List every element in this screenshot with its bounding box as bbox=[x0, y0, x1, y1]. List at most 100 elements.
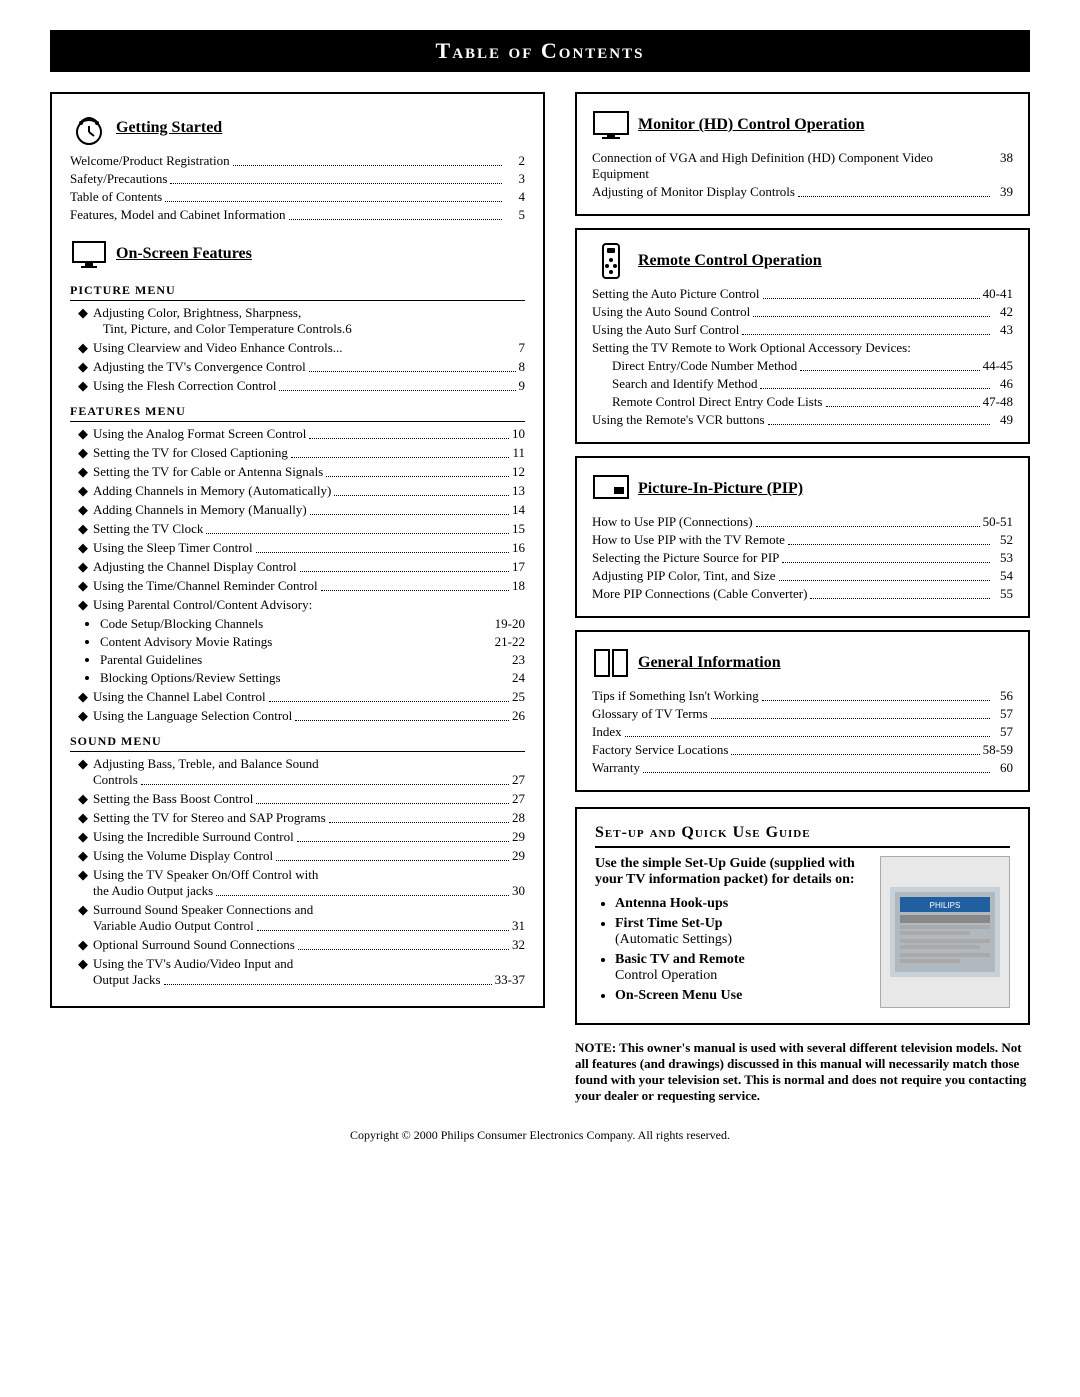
general-info-header: General Information bbox=[592, 644, 1013, 682]
features-menu-item: ◆ Using the Analog Format Screen Control… bbox=[70, 426, 525, 442]
picture-menu-item: ◆ Using the Flesh Correction Control 9 bbox=[70, 378, 525, 394]
sound-menu-item: ◆ Using the Volume Display Control 29 bbox=[70, 848, 525, 864]
toc-entry: Factory Service Locations 58-59 bbox=[592, 742, 1013, 758]
sound-menu-item: ◆ Using the Incredible Surround Control … bbox=[70, 829, 525, 845]
pip-title: Picture-In-Picture (PIP) bbox=[638, 480, 803, 498]
clock-icon bbox=[70, 109, 108, 147]
screen-icon bbox=[70, 235, 108, 273]
remote-section: Remote Control Operation Setting the Aut… bbox=[575, 228, 1030, 444]
features-menu-item: ◆ Using the Channel Label Control 25 bbox=[70, 689, 525, 705]
toc-entry: Glossary of TV Terms 57 bbox=[592, 706, 1013, 722]
sound-menu-item: ◆ Surround Sound Speaker Connections and… bbox=[70, 902, 525, 934]
bullet-item: Parental Guidelines 23 bbox=[100, 652, 525, 668]
picture-menu-item: ◆ Using Clearview and Video Enhance Cont… bbox=[70, 340, 525, 356]
getting-started-entries: Welcome/Product Registration 2 Safety/Pr… bbox=[70, 153, 525, 223]
features-menu-item: ◆ Using the Language Selection Control 2… bbox=[70, 708, 525, 724]
toc-entry: Selecting the Picture Source for PIP 53 bbox=[592, 550, 1013, 566]
sound-menu-title: Sound Menu bbox=[70, 734, 525, 752]
pip-icon bbox=[592, 470, 630, 508]
features-menu-item: ◆ Adjusting the Channel Display Control … bbox=[70, 559, 525, 575]
note-text: NOTE: This owner's manual is used with s… bbox=[575, 1040, 1030, 1104]
setup-bullet-item: Antenna Hook-ups bbox=[615, 896, 870, 912]
toc-entry: Warranty 60 bbox=[592, 760, 1013, 776]
remote-subitems: Direct Entry/Code Number Method 44-45 Se… bbox=[592, 358, 1013, 410]
bullet-item: Code Setup/Blocking Channels 19-20 bbox=[100, 616, 525, 632]
toc-entry: Tips if Something Isn't Working 56 bbox=[592, 688, 1013, 704]
setup-text: Use the simple Set-Up Guide (supplied wi… bbox=[595, 856, 870, 1008]
page-title-bar: Table of Contents bbox=[50, 30, 1030, 72]
features-menu-item: ◆ Setting the TV Clock 15 bbox=[70, 521, 525, 537]
features-menu-item: ◆ Setting the TV for Cable or Antenna Si… bbox=[70, 464, 525, 480]
sound-menu-item: ◆ Setting the Bass Boost Control 27 bbox=[70, 791, 525, 807]
left-column: Getting Started Welcome/Product Registra… bbox=[50, 92, 545, 1008]
setup-guide-image: PHILIPS bbox=[880, 856, 1010, 1008]
setup-title: Set-up and Quick Use Guide bbox=[595, 824, 1010, 848]
toc-entry: Adjusting of Monitor Display Controls 39 bbox=[592, 184, 1013, 200]
toc-entry: Safety/Precautions 3 bbox=[70, 171, 525, 187]
setup-bullet-item: First Time Set-Up(Automatic Settings) bbox=[615, 916, 870, 948]
getting-started-title: Getting Started bbox=[116, 119, 222, 137]
monitor-hd-icon bbox=[592, 106, 630, 144]
toc-entry: Table of Contents 4 bbox=[70, 189, 525, 205]
setup-intro: Use the simple Set-Up Guide (supplied wi… bbox=[595, 856, 870, 888]
features-menu-title: Features Menu bbox=[70, 404, 525, 422]
toc-entry: Search and Identify Method 46 bbox=[612, 376, 1013, 392]
monitor-title: Monitor (HD) Control Operation bbox=[638, 116, 865, 134]
toc-entry: How to Use PIP (Connections) 50-51 bbox=[592, 514, 1013, 530]
setup-bullet-item: Basic TV and RemoteControl Operation bbox=[615, 952, 870, 984]
picture-menu-item: ◆ Adjusting Color, Brightness, Sharpness… bbox=[70, 305, 525, 337]
setup-content: Use the simple Set-Up Guide (supplied wi… bbox=[595, 856, 1010, 1008]
bullet-item: Content Advisory Movie Ratings 21-22 bbox=[100, 634, 525, 650]
getting-started-header: Getting Started bbox=[70, 109, 525, 147]
features-menu-item: ◆ Adding Channels in Memory (Automatical… bbox=[70, 483, 525, 499]
features-menu-item: ◆ Using the Time/Channel Reminder Contro… bbox=[70, 578, 525, 594]
svg-text:PHILIPS: PHILIPS bbox=[930, 901, 961, 910]
on-screen-title: On-Screen Features bbox=[116, 245, 252, 263]
monitor-section: Monitor (HD) Control Operation Connectio… bbox=[575, 92, 1030, 216]
general-info-title: General Information bbox=[638, 654, 781, 672]
pip-header: Picture-In-Picture (PIP) bbox=[592, 470, 1013, 508]
sound-menu-item: ◆ Setting the TV for Stereo and SAP Prog… bbox=[70, 810, 525, 826]
setup-section: Set-up and Quick Use Guide Use the simpl… bbox=[575, 807, 1030, 1025]
on-screen-features-header: On-Screen Features bbox=[70, 235, 525, 273]
picture-menu-item: ◆ Adjusting the TV's Convergence Control… bbox=[70, 359, 525, 375]
toc-entry: Features, Model and Cabinet Information … bbox=[70, 207, 525, 223]
bullet-item: Blocking Options/Review Settings 24 bbox=[100, 670, 525, 686]
sound-menu-item: ◆ Optional Surround Sound Connections 32 bbox=[70, 937, 525, 953]
toc-entry: Setting the Auto Picture Control 40-41 bbox=[592, 286, 1013, 302]
on-screen-features-section: On-Screen Features Picture Menu ◆ Adjust… bbox=[70, 235, 525, 988]
remote-icon bbox=[592, 242, 630, 280]
page-title: Table of Contents bbox=[70, 38, 1010, 64]
note-box: NOTE: This owner's manual is used with s… bbox=[575, 1040, 1030, 1104]
sound-menu-item: ◆ Adjusting Bass, Treble, and Balance So… bbox=[70, 756, 525, 788]
pip-section: Picture-In-Picture (PIP) How to Use PIP … bbox=[575, 456, 1030, 618]
sound-menu-item: ◆ Using the TV's Audio/Video Input and O… bbox=[70, 956, 525, 988]
toc-entry: Using the Remote's VCR buttons 49 bbox=[592, 412, 1013, 428]
setup-bullet-item: On-Screen Menu Use bbox=[615, 988, 870, 1004]
monitor-header: Monitor (HD) Control Operation bbox=[592, 106, 1013, 144]
remote-header: Remote Control Operation bbox=[592, 242, 1013, 280]
copyright-text: Copyright © 2000 Philips Consumer Electr… bbox=[50, 1128, 1030, 1143]
toc-entry: Adjusting PIP Color, Tint, and Size 54 bbox=[592, 568, 1013, 584]
toc-entry: Welcome/Product Registration 2 bbox=[70, 153, 525, 169]
toc-entry: Setting the TV Remote to Work Optional A… bbox=[592, 340, 1013, 356]
right-column: Monitor (HD) Control Operation Connectio… bbox=[575, 92, 1030, 1108]
toc-entry: Connection of VGA and High Definition (H… bbox=[592, 150, 1013, 182]
toc-entry: Index 57 bbox=[592, 724, 1013, 740]
toc-entry: Remote Control Direct Entry Code Lists 4… bbox=[612, 394, 1013, 410]
book-icon bbox=[592, 644, 630, 682]
toc-entry: Using the Auto Surf Control 43 bbox=[592, 322, 1013, 338]
features-menu-item: ◆ Using the Sleep Timer Control 16 bbox=[70, 540, 525, 556]
toc-entry: Using the Auto Sound Control 42 bbox=[592, 304, 1013, 320]
parental-subitems: Code Setup/Blocking Channels 19-20 Conte… bbox=[70, 616, 525, 686]
setup-bullets: Antenna Hook-ups First Time Set-Up(Autom… bbox=[595, 896, 870, 1004]
toc-entry: More PIP Connections (Cable Converter) 5… bbox=[592, 586, 1013, 602]
toc-entry: Direct Entry/Code Number Method 44-45 bbox=[612, 358, 1013, 374]
sound-menu-item: ◆ Using the TV Speaker On/Off Control wi… bbox=[70, 867, 525, 899]
remote-title: Remote Control Operation bbox=[638, 252, 822, 270]
features-menu-item: ◆ Using Parental Control/Content Advisor… bbox=[70, 597, 525, 613]
toc-entry: How to Use PIP with the TV Remote 52 bbox=[592, 532, 1013, 548]
general-info-section: General Information Tips if Something Is… bbox=[575, 630, 1030, 792]
features-menu-item: ◆ Adding Channels in Memory (Manually) 1… bbox=[70, 502, 525, 518]
features-menu-item: ◆ Setting the TV for Closed Captioning 1… bbox=[70, 445, 525, 461]
